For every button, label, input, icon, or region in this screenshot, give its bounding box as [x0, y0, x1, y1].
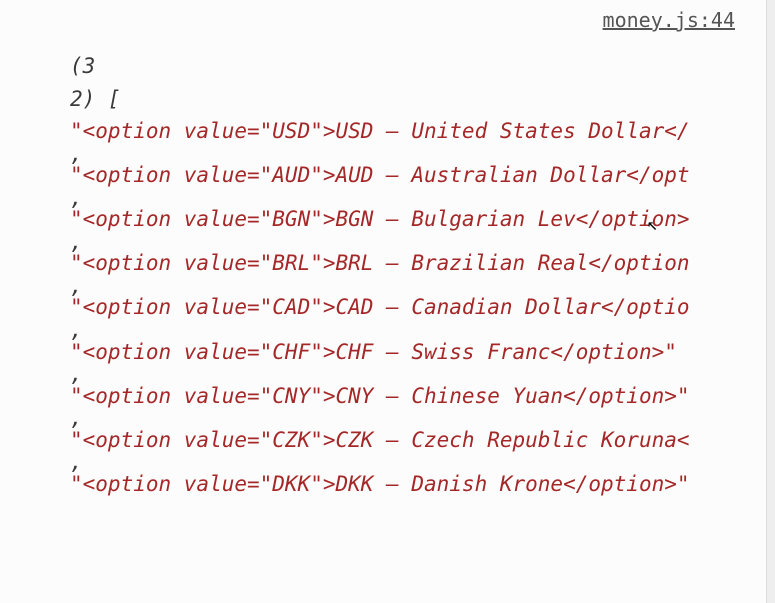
array-length-header: (3 2) [ — [70, 50, 775, 115]
array-item: "<option value="BGN">BGN – Bulgarian Lev… — [70, 203, 775, 236]
array-item: "<option value="CNY">CNY – Chinese Yuan<… — [70, 380, 775, 413]
array-comma: , — [70, 456, 775, 468]
array-count-line2-open: 2) [ — [70, 87, 121, 111]
array-comma: , — [70, 412, 775, 424]
array-item: "<option value="CAD">CAD – Canadian Doll… — [70, 291, 775, 324]
array-count-line1: (3 — [70, 54, 95, 78]
array-item: "<option value="AUD">AUD – Australian Do… — [70, 159, 775, 192]
source-link[interactable]: money.js:44 — [603, 8, 735, 32]
array-comma: , — [70, 192, 775, 204]
array-comma: , — [70, 280, 775, 292]
array-comma: , — [70, 368, 775, 380]
array-comma: , — [70, 236, 775, 248]
array-item: "<option value="CHF">CHF – Swiss Franc</… — [70, 336, 775, 369]
array-item: "<option value="DKK">DKK – Danish Krone<… — [70, 468, 775, 501]
array-item: "<option value="CZK">CZK – Czech Republi… — [70, 424, 775, 457]
array-comma: , — [70, 148, 775, 160]
console-output: (3 2) [ "<option value="USD">USD – Unite… — [0, 0, 775, 500]
array-comma: , — [70, 324, 775, 336]
array-item: "<option value="USD">USD – United States… — [70, 115, 775, 148]
vertical-scrollbar-track[interactable] — [766, 0, 775, 603]
array-item: "<option value="BRL">BRL – Brazilian Rea… — [70, 247, 775, 280]
